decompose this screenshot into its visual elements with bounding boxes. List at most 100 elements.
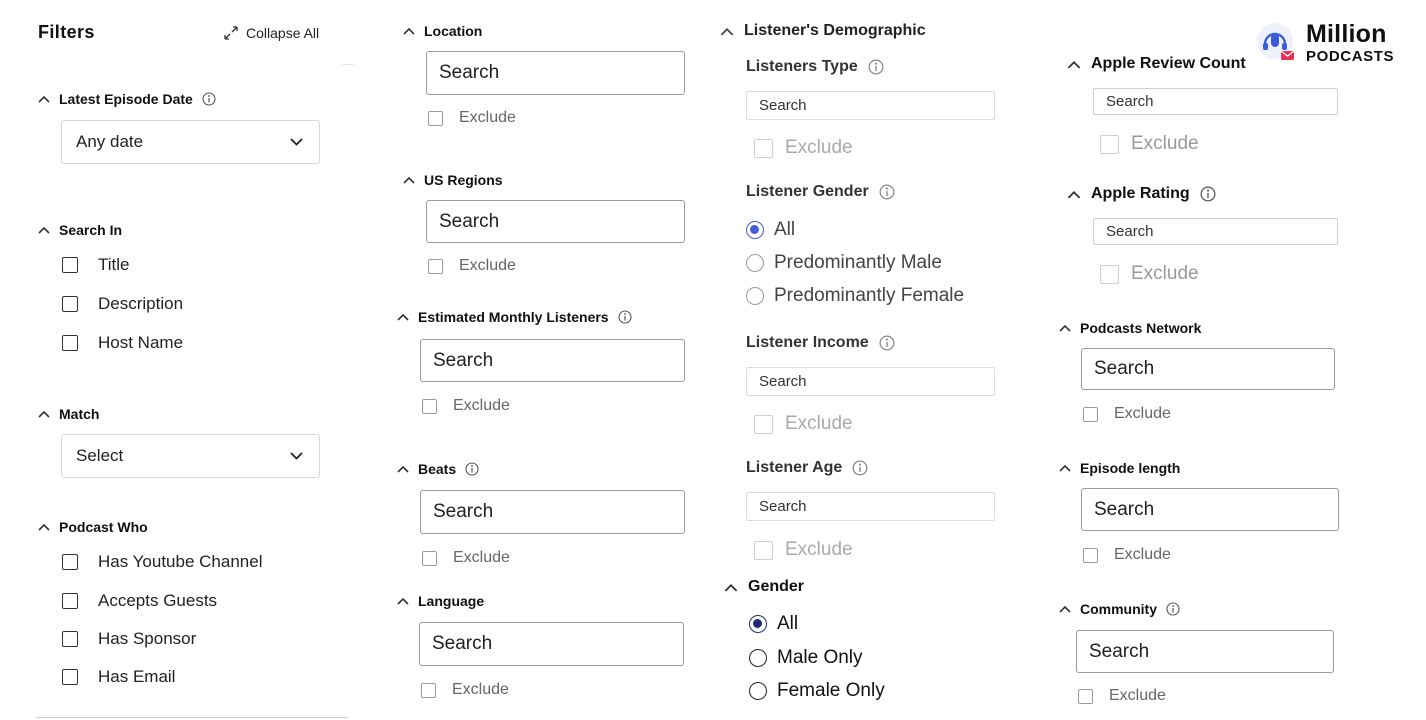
beats-header[interactable]: Beats [397,461,479,477]
apple-review-count-header[interactable]: Apple Review Count [1067,55,1246,73]
language-exclude[interactable]: Exclude [421,681,509,699]
community-search-field[interactable] [1089,640,1333,663]
search-in-description-option[interactable]: Description [62,294,183,314]
podcasts-network-exclude[interactable]: Exclude [1083,405,1171,423]
radio-button[interactable] [749,682,767,700]
radio-button[interactable] [749,615,767,633]
us-regions-header[interactable]: US Regions [403,172,503,188]
has-email-option[interactable]: Has Email [62,667,175,687]
checkbox[interactable] [1083,406,1098,422]
apple-rating-exclude[interactable]: Exclude [1100,263,1199,285]
gender-male-only-option[interactable]: Male Only [749,647,863,669]
apple-review-count-search-field[interactable] [1106,93,1337,110]
listeners-type-header[interactable]: Listeners Type [746,58,884,76]
collapse-all-button[interactable]: Collapse All [224,25,319,41]
radio-button[interactable] [746,221,764,239]
listener-age-header[interactable]: Listener Age [746,459,868,477]
checkbox[interactable] [1100,264,1119,284]
radio-button[interactable] [749,649,767,667]
episode-length-header[interactable]: Episode length [1059,460,1180,476]
language-search-field[interactable] [432,633,683,655]
podcasts-network-search-field[interactable] [1094,358,1334,380]
episode-length-search-field[interactable] [1094,498,1338,521]
checkbox[interactable] [754,540,773,560]
has-sponsor-option[interactable]: Has Sponsor [62,629,196,649]
episode-length-exclude[interactable]: Exclude [1083,546,1171,564]
search-in-host-name-option[interactable]: Host Name [62,333,183,353]
us-regions-search-field[interactable] [439,210,684,233]
estimated-monthly-listeners-search-input[interactable] [420,339,685,382]
latest-episode-date-select[interactable]: Any date [61,120,320,164]
checkbox[interactable] [62,554,78,570]
checkbox[interactable] [422,550,437,566]
episode-length-search-input[interactable] [1081,488,1339,531]
beats-search-field[interactable] [433,501,684,523]
search-in-header[interactable]: Search In [38,222,122,238]
checkbox[interactable] [1083,547,1098,563]
language-header[interactable]: Language [397,593,484,609]
apple-rating-header[interactable]: Apple Rating [1067,185,1216,203]
apple-rating-search-input[interactable] [1093,218,1338,245]
listener-gender-predominantly-male-option[interactable]: Predominantly Male [746,252,942,274]
accepts-guests-option[interactable]: Accepts Guests [62,591,217,611]
listener-gender-header[interactable]: Listener Gender [746,183,895,201]
apple-rating-search-field[interactable] [1106,223,1337,240]
podcasts-network-header[interactable]: Podcasts Network [1059,320,1201,336]
community-exclude[interactable]: Exclude [1078,687,1166,705]
radio-button[interactable] [746,254,764,272]
us-regions-search-input[interactable] [426,200,685,243]
podcast-who-header[interactable]: Podcast Who [38,519,148,535]
checkbox[interactable] [62,593,78,609]
beats-search-input[interactable] [420,490,685,534]
listener-income-search-input[interactable] [746,367,995,396]
location-search-field[interactable] [439,62,684,84]
checkbox[interactable] [62,631,78,647]
us-regions-exclude[interactable]: Exclude [428,257,516,275]
listener-income-exclude[interactable]: Exclude [754,413,853,435]
estimated-monthly-listeners-search-field[interactable] [433,349,684,372]
estimated-monthly-listeners-header[interactable]: Estimated Monthly Listeners [397,309,632,325]
location-header[interactable]: Location [403,23,482,39]
checkbox[interactable] [428,258,443,274]
match-select[interactable]: Select [61,434,320,478]
apple-review-count-search-input[interactable] [1093,88,1338,115]
match-header[interactable]: Match [38,406,99,422]
gender-female-only-option[interactable]: Female Only [749,680,885,702]
radio-button[interactable] [746,287,764,305]
listener-age-search-input[interactable] [746,492,995,521]
checkbox[interactable] [62,335,78,351]
checkbox[interactable] [1100,134,1119,154]
checkbox[interactable] [62,257,78,273]
checkbox[interactable] [754,414,773,434]
podcasts-network-search-input[interactable] [1081,348,1335,390]
listener-gender-all-option[interactable]: All [746,219,795,241]
gender-all-option[interactable]: All [749,613,798,635]
estimated-monthly-listeners-exclude[interactable]: Exclude [422,397,510,415]
gender-header[interactable]: Gender [724,578,804,596]
listener-income-header[interactable]: Listener Income [746,334,895,352]
listener-age-exclude[interactable]: Exclude [754,539,853,561]
checkbox[interactable] [62,296,78,312]
language-search-input[interactable] [419,622,684,666]
listener-age-search-field[interactable] [759,498,994,515]
listeners-type-exclude[interactable]: Exclude [754,137,853,159]
latest-episode-date-header[interactable]: Latest Episode Date [38,91,216,107]
apple-review-count-exclude[interactable]: Exclude [1100,133,1199,155]
listeners-demographic-header[interactable]: Listener's Demographic [720,22,926,40]
checkbox[interactable] [422,398,437,414]
checkbox[interactable] [62,669,78,685]
beats-exclude[interactable]: Exclude [422,549,510,567]
listener-gender-predominantly-female-option[interactable]: Predominantly Female [746,285,964,307]
has-youtube-channel-option[interactable]: Has Youtube Channel [62,552,262,572]
listeners-type-search-field[interactable] [759,97,994,114]
listeners-type-search-input[interactable] [746,91,995,120]
location-exclude[interactable]: Exclude [428,109,516,127]
location-search-input[interactable] [426,51,685,95]
checkbox[interactable] [428,110,443,126]
community-header[interactable]: Community [1059,601,1180,617]
checkbox[interactable] [754,138,773,158]
search-in-title-option[interactable]: Title [62,255,130,275]
community-search-input[interactable] [1076,630,1334,673]
checkbox[interactable] [421,682,436,698]
checkbox[interactable] [1078,688,1093,704]
